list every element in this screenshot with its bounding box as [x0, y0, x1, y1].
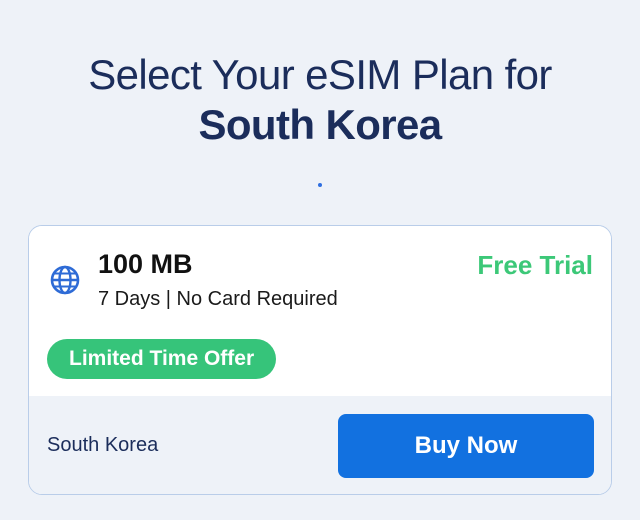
page-title-country: South Korea: [198, 101, 442, 148]
esim-plan-page: Select Your eSIM Plan for South Korea 10…: [0, 0, 640, 520]
globe-icon: [50, 265, 80, 295]
plan-data-amount: 100 MB: [98, 249, 193, 279]
buy-now-button[interactable]: Buy Now: [338, 414, 594, 478]
limited-offer-badge: Limited Time Offer: [47, 339, 277, 379]
plan-card-footer: South Korea Buy Now: [29, 396, 611, 494]
plan-price-label: Free Trial: [477, 250, 593, 280]
plan-card: 100 MB 7 Days | No Card Required Free Tr…: [28, 225, 612, 495]
plan-card-header: 100 MB 7 Days | No Card Required Free Tr…: [29, 226, 611, 396]
loading-dot: [318, 183, 322, 187]
page-title-line1: Select Your eSIM Plan for: [88, 51, 552, 98]
page-title: Select Your eSIM Plan for South Korea: [0, 50, 640, 150]
plan-country: South Korea: [47, 434, 159, 456]
plan-details: 7 Days | No Card Required: [98, 288, 338, 310]
